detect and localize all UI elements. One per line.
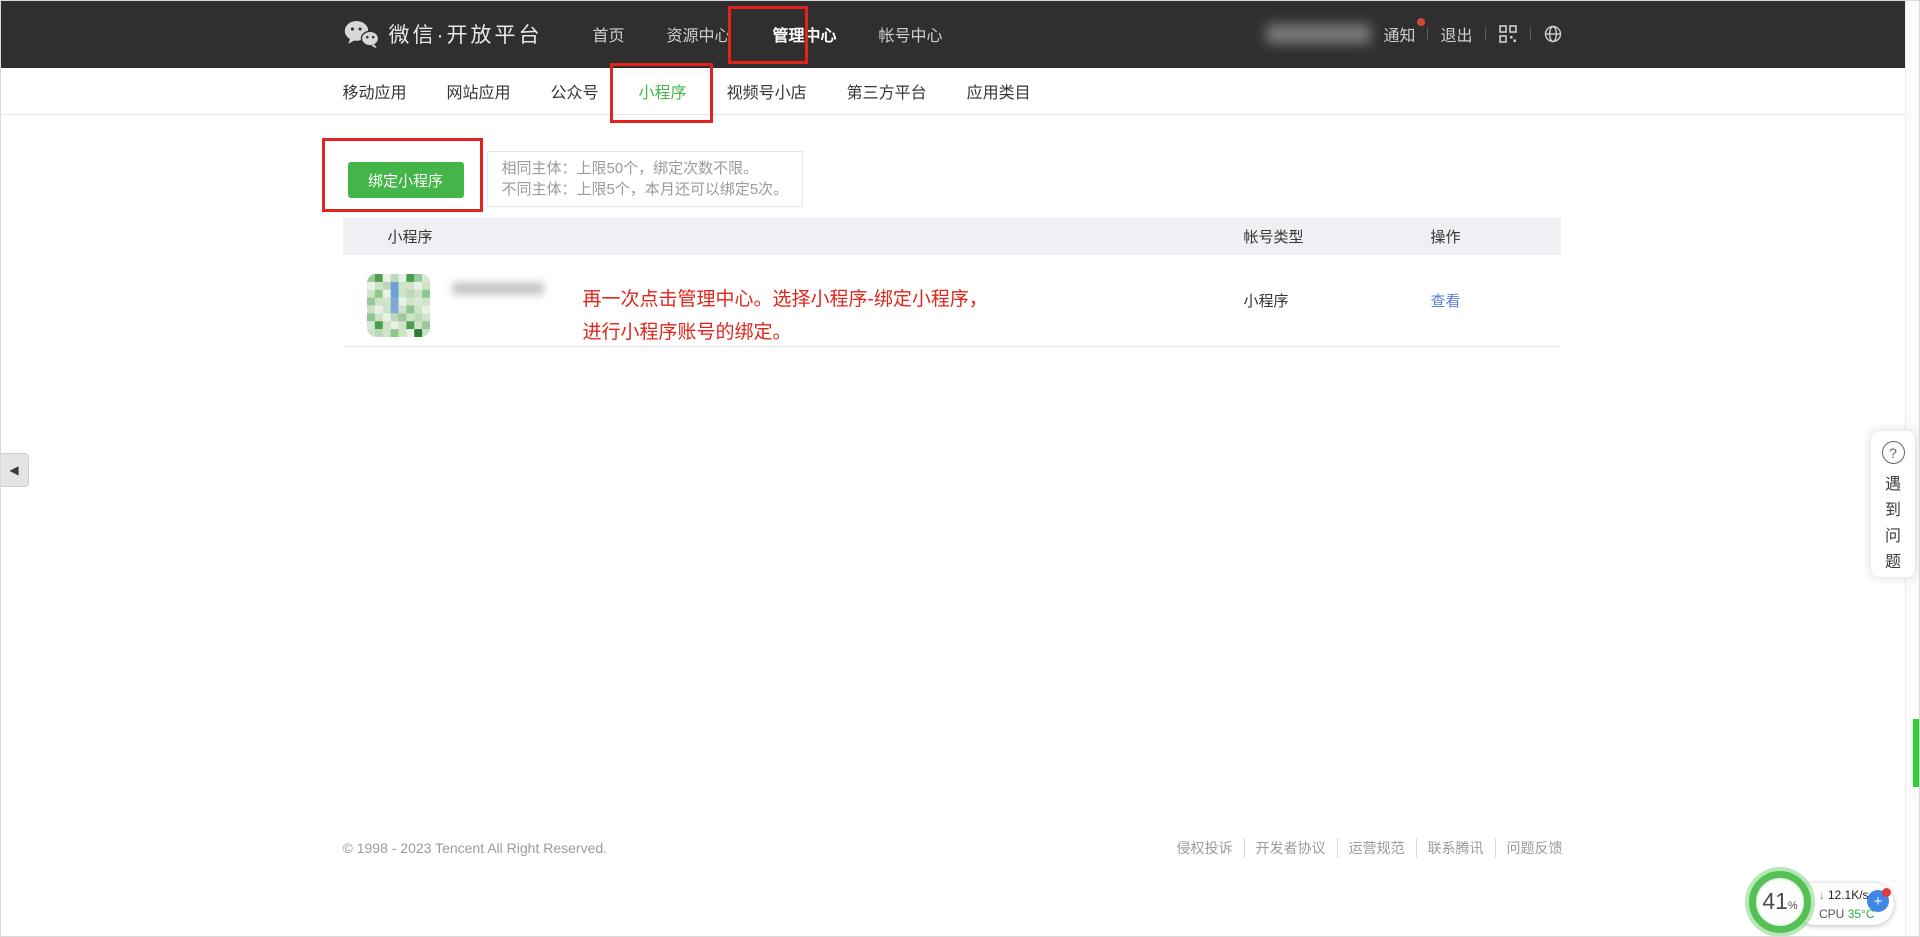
tab-mini-program[interactable]: 小程序 [639, 79, 687, 103]
app-cell: 再一次点击管理中心。选择小程序-绑定小程序， 进行小程序账号的绑定。 [343, 255, 1244, 347]
notice-badge-dot [1417, 18, 1425, 26]
top-navigation-bar: 微信·开放平台 首页 资源中心 管理中心 帐号中心 通知 退出 [0, 0, 1905, 68]
tab-website-app[interactable]: 网站应用 [447, 79, 511, 103]
header-action: 操作 [1431, 226, 1561, 247]
divider [1485, 27, 1486, 41]
divider [1530, 27, 1531, 41]
brand: 微信·开放平台 [343, 18, 543, 50]
footer-link-developer-agreement[interactable]: 开发者协议 [1244, 838, 1337, 858]
help-char: 到 [1885, 498, 1901, 524]
memory-usage-ring[interactable]: 41% [1749, 871, 1811, 933]
tab-channels-shop[interactable]: 视频号小店 [727, 79, 807, 103]
app-name-blurred [452, 282, 544, 295]
monitor-plus-button[interactable]: + [1867, 890, 1889, 912]
binding-rules-box: 相同主体：上限50个，绑定次数不限。 不同主体：上限5个，本月还可以绑定5次。 [487, 151, 804, 207]
bind-mini-program-button[interactable]: 绑定小程序 [348, 162, 464, 198]
account-type-value: 小程序 [1244, 290, 1431, 311]
sidebar-collapse-button[interactable]: ◀ [0, 453, 29, 487]
footer-links: 侵权投诉 开发者协议 运营规范 联系腾讯 问题反馈 [1166, 838, 1563, 858]
footer-link-infringement[interactable]: 侵权投诉 [1166, 838, 1244, 858]
memory-percent-value: 41 [1762, 878, 1788, 924]
divider [1427, 27, 1428, 41]
header-account-type: 帐号类型 [1244, 226, 1431, 247]
tab-official-account[interactable]: 公众号 [551, 79, 599, 103]
globe-language-icon[interactable] [1543, 24, 1563, 44]
binding-rule-line1: 相同主体：上限50个，绑定次数不限。 [502, 158, 789, 179]
plus-icon: + [1874, 893, 1883, 910]
footer: © 1998 - 2023 Tencent All Right Reserved… [0, 838, 1905, 858]
table-row: 再一次点击管理中心。选择小程序-绑定小程序， 进行小程序账号的绑定。 小程序 查… [343, 255, 1561, 347]
mini-program-table: 小程序 帐号类型 操作 [343, 218, 1561, 347]
nav-management-center[interactable]: 管理中心 [773, 22, 837, 46]
secondary-nav: 移动应用 网站应用 公众号 小程序 视频号小店 第三方平台 应用类目 [0, 68, 1905, 115]
copyright-text: © 1998 - 2023 Tencent All Right Reserved… [343, 840, 608, 856]
top-right-cluster: 通知 退出 [1266, 22, 1562, 46]
tutorial-annotation-text: 再一次点击管理中心。选择小程序-绑定小程序， 进行小程序账号的绑定。 [583, 283, 988, 349]
collapse-arrow-icon: ◀ [9, 463, 18, 477]
footer-link-feedback[interactable]: 问题反馈 [1495, 838, 1563, 858]
help-widget[interactable]: ? 遇 到 问 题 [1871, 431, 1915, 577]
logout-link[interactable]: 退出 [1440, 22, 1472, 46]
edge-green-indicator [1913, 719, 1920, 787]
tab-mobile-app[interactable]: 移动应用 [343, 79, 407, 103]
download-arrow-icon: ↓ [1819, 890, 1825, 902]
nav-account-center[interactable]: 帐号中心 [879, 22, 943, 46]
tab-app-category[interactable]: 应用类目 [967, 79, 1031, 103]
net-speed-value: 12.1K/s [1828, 888, 1869, 902]
brand-title: 微信·开放平台 [389, 19, 543, 49]
notice-link[interactable]: 通知 [1383, 22, 1415, 46]
top-nav: 首页 资源中心 管理中心 帐号中心 [593, 22, 943, 46]
main-content: 绑定小程序 相同主体：上限50个，绑定次数不限。 不同主体：上限5个，本月还可以… [0, 115, 1905, 347]
view-link[interactable]: 查看 [1431, 293, 1461, 310]
account-name-blurred[interactable] [1266, 24, 1371, 44]
qr-code-icon[interactable] [1498, 24, 1518, 44]
memory-percent-unit: % [1788, 900, 1798, 912]
footer-link-contact-tencent[interactable]: 联系腾讯 [1416, 838, 1495, 858]
cpu-label: CPU [1819, 907, 1844, 921]
tab-third-party-platform[interactable]: 第三方平台 [847, 79, 927, 103]
binding-rule-line2: 不同主体：上限5个，本月还可以绑定5次。 [502, 179, 789, 200]
help-char: 遇 [1885, 472, 1901, 498]
monitor-stats: ↓ 12.1K/s CPU 35°C [1819, 886, 1875, 923]
help-char: 题 [1885, 550, 1901, 576]
help-char: 问 [1885, 524, 1901, 550]
header-mini-program: 小程序 [343, 226, 1244, 247]
monitor-alert-dot [1882, 888, 1891, 897]
table-header-row: 小程序 帐号类型 操作 [343, 218, 1561, 255]
wechat-logo-icon [343, 18, 379, 50]
system-monitor-widget: 41% ↓ 12.1K/s CPU 35°C + [1749, 871, 1909, 937]
nav-resource-center[interactable]: 资源中心 [667, 22, 731, 46]
nav-home[interactable]: 首页 [593, 22, 625, 46]
footer-link-operation-rules[interactable]: 运营规范 [1337, 838, 1416, 858]
app-icon-pixelated [367, 274, 430, 337]
question-mark-icon: ? [1882, 441, 1905, 464]
